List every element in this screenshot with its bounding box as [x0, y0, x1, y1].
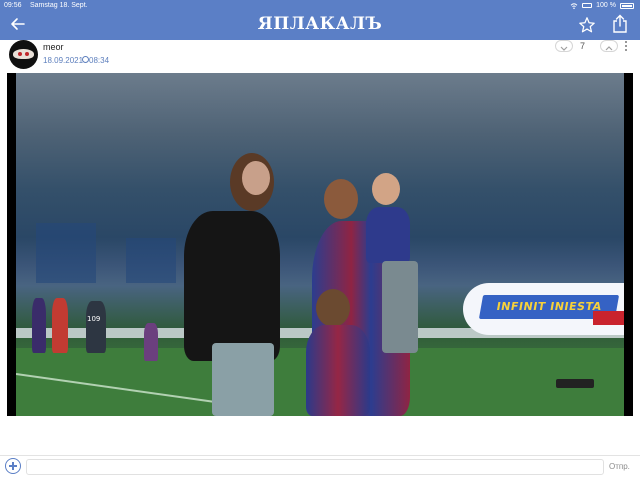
send-button[interactable]: Отпр.: [609, 462, 630, 471]
boy-jersey: [306, 325, 370, 416]
post-date: 18.09.2021: [43, 56, 84, 65]
top-bar: 09:56 Samstag 18. Sept. 100 % ЯПЛАКАЛЪ: [0, 0, 640, 40]
chevron-down-icon: [560, 46, 568, 51]
woman-face: [242, 161, 270, 195]
avatar-wing: [13, 49, 34, 59]
app-screen: 09:56 Samstag 18. Sept. 100 % ЯПЛАКАЛЪ m…: [0, 0, 640, 480]
battery-icon: [620, 2, 634, 9]
vote-down-icon[interactable]: [555, 40, 573, 52]
status-right: 100 %: [570, 0, 634, 11]
vote-up-icon[interactable]: [600, 40, 618, 52]
child-jeans: [382, 261, 418, 353]
avatar-icon[interactable]: [9, 40, 38, 69]
sim-icon: [582, 3, 593, 8]
child-head: [372, 173, 400, 205]
clock-icon: [82, 56, 89, 63]
avatar-eye-left: [18, 52, 22, 56]
avatar-eye-right: [25, 52, 29, 56]
jersey-number: 109: [87, 315, 101, 323]
video-player[interactable]: INFINIT INIESTA 109: [7, 73, 633, 416]
child-jersey: [366, 207, 410, 263]
man-head: [324, 179, 358, 219]
site-logo[interactable]: ЯПЛАКАЛЪ: [0, 14, 640, 34]
status-time: 09:56: [4, 2, 22, 9]
post-author[interactable]: meor: [43, 42, 64, 52]
banner-stripe: [593, 311, 624, 325]
stadium-seats: [126, 238, 176, 283]
boy-head: [316, 289, 350, 327]
woman-jeans: [212, 343, 274, 416]
status-bar: 09:56 Samstag 18. Sept. 100 %: [0, 0, 640, 11]
post-time: 08:34: [89, 56, 110, 65]
chevron-up-icon: [605, 46, 613, 51]
player-silhouette: [52, 298, 68, 353]
comment-input[interactable]: [26, 459, 604, 475]
player-silhouette: [32, 298, 46, 353]
status-date: Samstag 18. Sept.: [30, 2, 88, 9]
video-frame: INFINIT INIESTA 109: [16, 73, 624, 416]
camera-rig: [556, 379, 594, 388]
share-icon[interactable]: [611, 14, 629, 34]
comment-bar-divider: [0, 455, 640, 456]
wifi-icon: [570, 2, 578, 9]
staff-silhouette: 109: [86, 301, 106, 353]
tribute-banner: INFINIT INIESTA: [463, 283, 624, 335]
star-icon[interactable]: [578, 16, 596, 34]
stadium-seats: [36, 223, 96, 283]
child-silhouette: [144, 323, 158, 361]
add-icon[interactable]: [5, 458, 21, 474]
woman-sweater: [184, 211, 280, 361]
battery-label: 100 %: [596, 2, 616, 9]
vote-count: 7: [580, 41, 586, 51]
more-icon[interactable]: [624, 40, 628, 54]
